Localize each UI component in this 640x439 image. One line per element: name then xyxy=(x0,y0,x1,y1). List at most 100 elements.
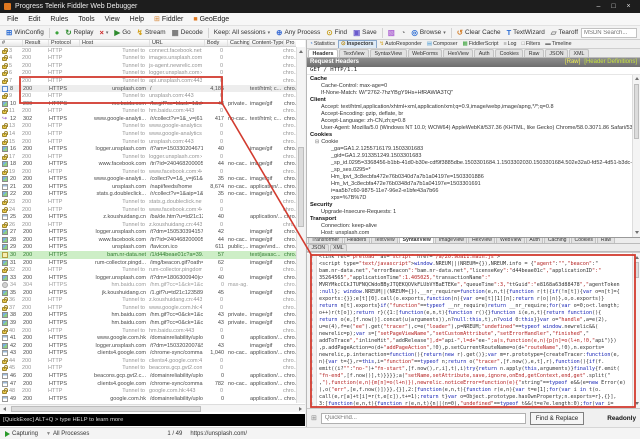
column-header-host[interactable]: Host xyxy=(80,40,150,46)
response-tab-auth[interactable]: Auth xyxy=(525,237,544,244)
minimize-button[interactable]: – xyxy=(591,0,606,13)
menu-item-fiddler[interactable]: ⊞ Fiddler xyxy=(149,13,188,25)
session-row[interactable]: 5 200 HTTP Tunnel to js-agent.newrelic.com:4… xyxy=(0,62,296,70)
go-button[interactable]: ▶ Go xyxy=(111,28,133,38)
save-button[interactable]: ▣ Save xyxy=(350,28,380,38)
session-row[interactable]: 15 200 HTTP Tunnel to unsplash.com:443 0 chro.… xyxy=(0,138,296,146)
session-row[interactable]: 13 200 HTTP Tunnel to www.google-analytics.c… xyxy=(0,123,296,131)
session-row[interactable]: 43 200 HTTPS clients4.google.com/chrome-syn… xyxy=(0,350,296,358)
session-row[interactable]: 16 200 HTTPS logger.unsplash.com/t?am=15033… xyxy=(0,145,296,153)
quickfind-options-icon[interactable]: ⊞ xyxy=(311,414,317,422)
session-row[interactable]: 47 200 HTTPS clients4.google.com/chrome-syn… xyxy=(0,380,296,388)
request-tab-cookies[interactable]: Cookies xyxy=(495,48,524,57)
session-row[interactable]: 10 200 HTTPS mc.baidu.com/fw.gif?cc=black=1… xyxy=(0,100,296,108)
maximize-button[interactable]: □ xyxy=(606,0,621,13)
header-definitions-link[interactable]: [Header Definitions] xyxy=(584,59,637,65)
session-row[interactable]: 36 200 HTTP Tunnel to z.koushuidang.cn:443 0 c… xyxy=(0,297,296,305)
session-row[interactable]: 34 304 HTTPS hm.baidu.com/hm.gif?cc=1&ck=1&… xyxy=(0,281,296,289)
menu-item-tools[interactable]: Tools xyxy=(73,13,99,25)
comment-button[interactable]: ● xyxy=(52,28,63,38)
scrollbar-thumb[interactable] xyxy=(298,147,304,227)
session-row[interactable]: 29 200 HTTPS unsplash.com/favicon.ico 611 pub… xyxy=(0,244,296,252)
close-button[interactable]: × xyxy=(621,0,636,13)
session-row[interactable]: 6 200 HTTP Tunnel to logger.unsplash.com:443… xyxy=(0,70,296,78)
scrollbar-thumb[interactable] xyxy=(634,262,639,279)
request-tab-textview[interactable]: TextView xyxy=(338,48,370,57)
session-row[interactable]: ↪ 12 302 HTTPS www.google-analyti... /r/colle… xyxy=(0,115,296,123)
tab-timeline[interactable]: ▬ Timeline xyxy=(543,40,574,48)
session-row[interactable]: 22 200 HTTPS stats.g.doubleclick... /r/colle… xyxy=(0,191,296,199)
session-row[interactable]: 3 200 HTTP Tunnel to connect.facebook.net:44… xyxy=(0,47,296,55)
session-row[interactable]: 7 200 HTTP Tunnel to api.unsplash.com:443 0 ch… xyxy=(0,77,296,85)
browse-button[interactable]: ◎ Browse ▾ xyxy=(408,28,448,38)
session-row[interactable]: 46 200 HTTPS beacons.gcp.gvt2.c... /domainre… xyxy=(0,372,296,380)
session-row[interactable]: 20 200 HTTPS www.google-analyti... /collect?… xyxy=(0,176,296,184)
response-tab-imageview[interactable]: ImageView xyxy=(435,237,468,244)
session-row[interactable]: 19 200 HTTP Tunnel to www.facebook.com:443 0 c… xyxy=(0,168,296,176)
any-process-button[interactable]: ⊕ Any Process xyxy=(273,28,323,38)
response-tab-transformer[interactable]: Transformer xyxy=(308,237,343,244)
session-horizontal-scrollbar[interactable] xyxy=(0,404,305,412)
session-row[interactable]: 45 200 HTTP Tunnel to beacons.gcp.gvt2.com:4… xyxy=(0,365,296,373)
response-tab-hexview[interactable]: HexView xyxy=(468,237,496,244)
request-tab-xml[interactable]: XML xyxy=(569,48,589,57)
scroll-left-icon[interactable] xyxy=(0,405,9,413)
find-replace-button[interactable]: Find & Replace xyxy=(529,411,585,425)
response-tab-textview[interactable]: TextView xyxy=(370,237,399,244)
request-tab-syntaxview[interactable]: SyntaxView xyxy=(370,48,407,57)
session-row[interactable]: 33 200 HTTPS logger.unsplash.com/t?dm=18063… xyxy=(0,274,296,282)
raw-link[interactable]: [Raw] xyxy=(565,59,580,65)
scroll-up-icon[interactable] xyxy=(297,47,305,56)
session-row[interactable]: 28 200 HTTPS www.facebook.com/tr/?id=240468… xyxy=(0,236,296,244)
session-row[interactable]: 35 200 HTTPS jk.koushuidang.cn/1.gif?u=td21… xyxy=(0,289,296,297)
capturing-indicator[interactable]: Capturing xyxy=(5,430,38,437)
clear-cache-button[interactable]: ↺ Clear Cache xyxy=(454,28,504,38)
session-row[interactable]: 40 200 HTTP Tunnel to hm.baidu.com:443 0 chro.… xyxy=(0,327,296,335)
decode-button[interactable]: ▦ Decode xyxy=(169,28,206,38)
column-header-result[interactable]: Result xyxy=(23,40,49,46)
session-row[interactable]: 49 200 HTTPS google.com.hk/domainreliabilit… xyxy=(0,395,296,403)
quickexec-bar[interactable]: [QuickExec] ALT+Q > type HELP to learn m… xyxy=(0,414,305,426)
scrollbar-thumb[interactable] xyxy=(11,405,201,412)
msdn-search-input[interactable] xyxy=(580,27,637,38)
scrollbar-thumb[interactable] xyxy=(634,83,639,139)
column-header-url[interactable]: URL xyxy=(150,40,205,46)
session-row[interactable]: 30 200 HTTPS bam.nr-data.net/1/d44beae01c?a… xyxy=(0,251,296,259)
tab-filters[interactable]: □ Filters xyxy=(519,40,543,48)
tab-inspectors[interactable]: ⊙ Inspectors xyxy=(337,40,377,48)
scroll-up-icon[interactable] xyxy=(633,75,640,83)
stream-button[interactable]: ↯ Stream xyxy=(134,28,169,38)
menu-item-file[interactable]: File xyxy=(2,13,23,25)
session-row[interactable]: 32 200 HTTP Tunnel to rum-collector.pingdom.… xyxy=(0,266,296,274)
request-tab-hexview[interactable]: HexView xyxy=(443,48,474,57)
request-tab-json[interactable]: JSON xyxy=(544,48,569,57)
session-row[interactable]: 23 200 HTTP Tunnel to stats.g.doubleclick.ne… xyxy=(0,198,296,206)
response-tab-caching[interactable]: Caching xyxy=(544,237,571,244)
session-row[interactable]: 11 200 HTTP Tunnel to hm.baidu.com:443 0 chro.… xyxy=(0,108,296,116)
scroll-right-icon[interactable] xyxy=(296,405,305,413)
column-header-body[interactable]: Body xyxy=(205,40,228,46)
session-row[interactable]: 38 200 HTTPS hm.baidu.com/hm.gif?cc=0&ck=1&… xyxy=(0,312,296,320)
column-header-caching[interactable]: Caching xyxy=(228,40,250,46)
session-row[interactable]: 44 200 HTTP Tunnel to clients4.google.com:44… xyxy=(0,357,296,365)
session-row[interactable]: 14 200 HTTP Tunnel to www.google-analytics.c… xyxy=(0,130,296,138)
column-header-#[interactable]: # xyxy=(0,40,23,46)
response-tab-json[interactable]: JSON xyxy=(308,244,329,252)
session-row[interactable]: 42 200 HTTPS logger.unsplash.com/t?dm=15032… xyxy=(0,342,296,350)
process-filter[interactable]: ▼ All Processes xyxy=(46,431,89,437)
session-row[interactable]: 31 200 HTTPS rum-collector.pingd... /img/bea… xyxy=(0,259,296,267)
response-tab-headers[interactable]: Headers xyxy=(343,237,370,244)
session-row[interactable]: 39 200 HTTPS hm.baidu.com/hm.gif?cc=0&ck=1&… xyxy=(0,319,296,327)
menu-item-edit[interactable]: Edit xyxy=(23,13,45,25)
tearoff-button[interactable]: ▱ Tearoff xyxy=(548,28,581,38)
request-tab-raw[interactable]: Raw xyxy=(524,48,544,57)
winconfig-button[interactable]: ⊞ WinConfig xyxy=(3,28,47,38)
response-tab-xml[interactable]: XML xyxy=(329,244,348,252)
menu-item-geoedge[interactable]: ■ GeoEdge xyxy=(188,13,234,25)
tab-autoresponder[interactable]: ↯ AutoResponder xyxy=(377,40,424,48)
response-tab-cookies[interactable]: Cookies xyxy=(571,237,597,244)
keep-sessions-dropdown[interactable]: Keep: All sessions ▾ xyxy=(211,28,273,37)
session-row[interactable]: 9 200 HTTP Tunnel to unsplash.com:443 0 chro..… xyxy=(0,92,296,100)
session-row[interactable]: 21 200 HTTPS unsplash.com/napi/feeds/home 8,… xyxy=(0,183,296,191)
tab-fiddlerscript[interactable]: ▩ FiddlerScript xyxy=(460,40,501,48)
